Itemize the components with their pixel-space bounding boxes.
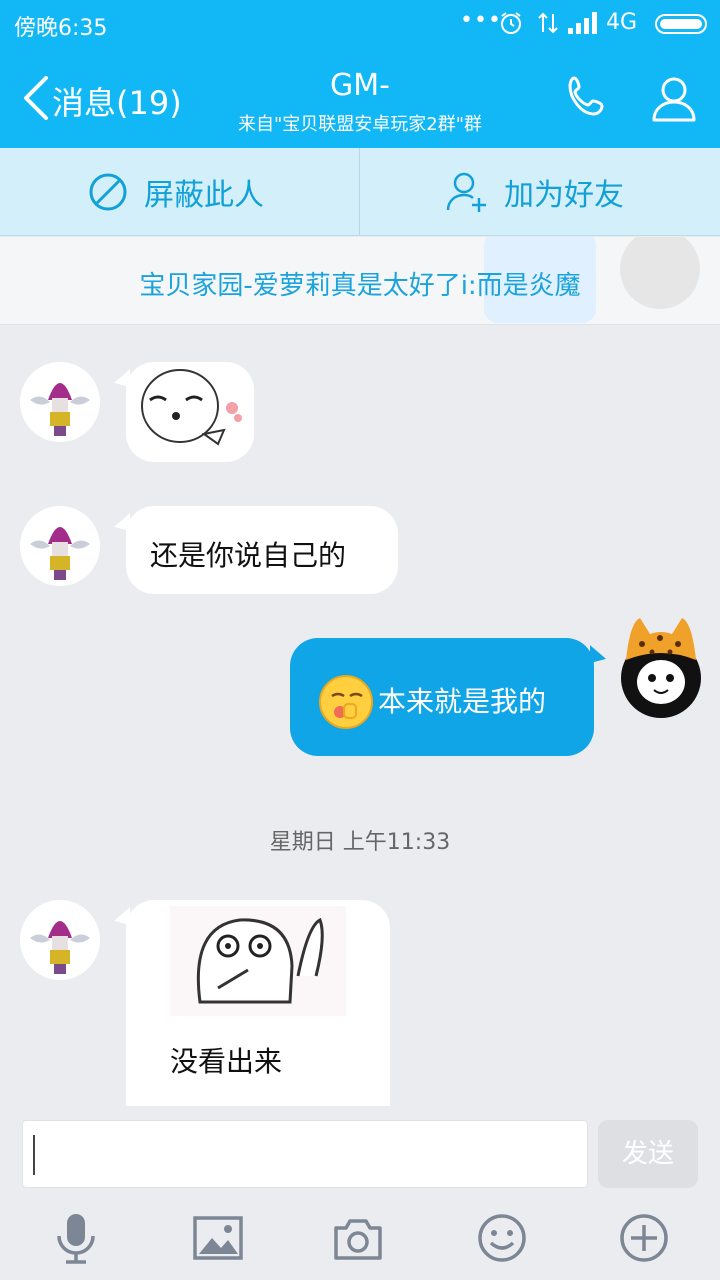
phone-icon[interactable] <box>560 70 616 126</box>
microphone-icon[interactable] <box>48 1210 104 1266</box>
notification-dots: ••• <box>460 8 502 33</box>
timestamp-separator: 星期日 上午11:33 <box>269 830 451 855</box>
signal-icon <box>568 12 597 34</box>
emoji-icon[interactable] <box>474 1210 530 1266</box>
header: 傍晚6:35 ••• 4G 消息(19) GM- 来自"宝贝联盟安卓玩家2群"群 <box>0 0 720 148</box>
status-bar: 傍晚6:35 ••• 4G <box>0 0 720 50</box>
warrior-avatar-icon <box>20 900 100 980</box>
message-text: 还是你说自己的 <box>150 539 347 572</box>
panda-avatar-icon <box>621 618 701 718</box>
plus-icon[interactable] <box>616 1210 672 1266</box>
warrior-avatar-icon <box>20 362 100 442</box>
image-icon[interactable] <box>190 1210 246 1266</box>
status-time: 傍晚6:35 <box>14 16 108 41</box>
warrior-avatar-icon <box>20 506 100 586</box>
send-button[interactable]: 发送 <box>598 1120 698 1188</box>
alarm-icon <box>501 12 521 34</box>
add-friend-label: 加为好友 <box>504 178 624 213</box>
sticker-message-bubble[interactable]: 没看出来 <box>126 900 390 1106</box>
message-input[interactable] <box>22 1120 588 1188</box>
block-user-label: 屏蔽此人 <box>144 178 264 213</box>
network-type: 4G <box>606 10 638 35</box>
block-icon <box>89 173 127 211</box>
avatar[interactable] <box>20 900 100 980</box>
add-friend-button[interactable]: 加为好友 <box>446 148 624 236</box>
action-bar: 屏蔽此人 加为好友 <box>0 148 720 236</box>
announcement-text: 宝贝家园-爱萝莉真是太好了i:而是炎魔 <box>139 271 581 301</box>
message-text: 没看出来 <box>170 1045 283 1078</box>
text-caret <box>33 1135 35 1175</box>
battery-icon <box>655 14 707 34</box>
own-message-bubble[interactable]: 本来就是我的 <box>290 638 594 756</box>
sticker-ghost-icon <box>170 906 346 1016</box>
data-transfer-icon <box>538 12 558 34</box>
add-friend-icon <box>446 172 486 212</box>
message-bubble[interactable]: 还是你说自己的 <box>126 506 398 594</box>
avatar[interactable] <box>20 506 100 586</box>
sticker-face-icon <box>141 369 242 446</box>
own-avatar[interactable] <box>620 612 702 718</box>
emoji-hush-icon <box>319 675 373 729</box>
profile-icon[interactable] <box>646 70 702 126</box>
camera-icon[interactable] <box>330 1210 386 1266</box>
group-announcement[interactable]: 宝贝家园-爱萝莉真是太好了i:而是炎魔 <box>0 237 720 325</box>
divider <box>359 148 360 236</box>
sticker-bubble[interactable] <box>126 362 254 462</box>
block-user-button[interactable]: 屏蔽此人 <box>88 148 264 236</box>
own-message-text: 本来就是我的 <box>378 685 547 718</box>
avatar[interactable] <box>20 362 100 442</box>
